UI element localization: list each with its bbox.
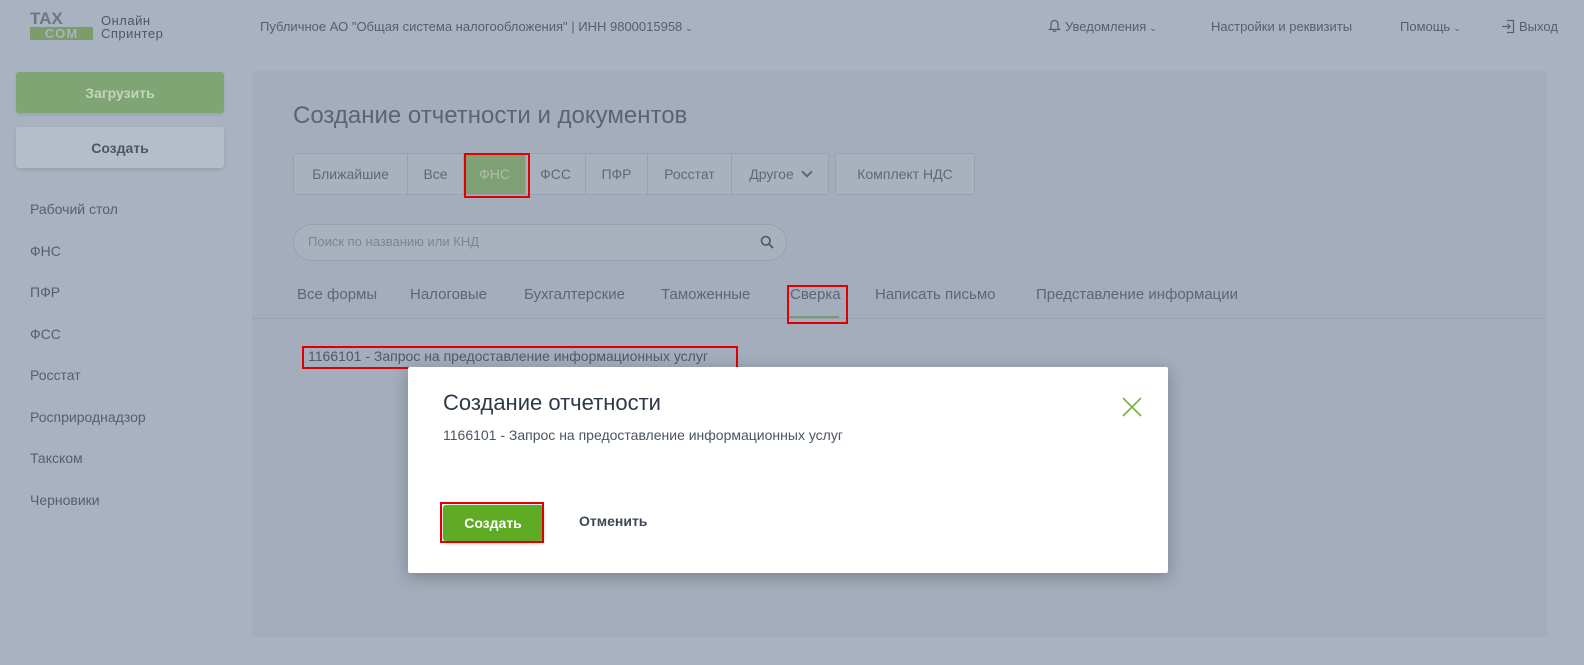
help-label: Помощь — [1400, 19, 1451, 34]
dialog-form-name: 1166101 - Запрос на предоставление инфор… — [443, 427, 843, 443]
upload-button[interactable]: Загрузить — [16, 72, 224, 113]
taxcom-logo[interactable]: TAX COM Онлайн Спринтер — [30, 9, 163, 41]
organization-selector[interactable]: Публичное АО "Общая система налогообложе… — [260, 19, 693, 34]
dialog-title: Создание отчетности — [443, 390, 661, 415]
page-title: Создание отчетности и документов — [293, 102, 688, 129]
create-button[interactable]: Создать — [16, 127, 224, 168]
tab-tax[interactable]: Налоговые — [410, 286, 487, 303]
search-input[interactable] — [308, 234, 748, 249]
tab-accounting[interactable]: Бухгалтерские — [524, 286, 625, 303]
logout-icon — [1502, 19, 1515, 34]
search-field[interactable] — [293, 224, 787, 261]
highlight-box-create — [440, 502, 544, 543]
highlight-box-fns — [464, 153, 530, 198]
bell-icon — [1048, 19, 1061, 33]
chevron-down-icon — [801, 166, 813, 178]
tab-info-submission[interactable]: Представление информации — [1036, 286, 1238, 303]
search-icon[interactable] — [760, 235, 774, 249]
notifications-menu[interactable]: Уведомления ⌄ — [1048, 19, 1157, 34]
chevron-down-icon: ⌄ — [1453, 23, 1461, 33]
sidebar-item-pfr[interactable]: ПФР — [30, 281, 146, 323]
logout-link[interactable]: Выход — [1501, 19, 1558, 34]
tab-pfr[interactable]: ПФР — [586, 154, 648, 194]
logo-com: COM — [30, 27, 93, 40]
logo-tax: TAX — [30, 9, 63, 28]
dialog-cancel-button[interactable]: Отменить — [579, 513, 647, 529]
sidebar-item-fns[interactable]: ФНС — [30, 240, 146, 282]
highlight-box-form-item — [302, 346, 738, 369]
top-header: TAX COM Онлайн Спринтер Публичное АО "Об… — [0, 0, 1584, 56]
settings-link[interactable]: Настройки и реквизиты — [1211, 19, 1352, 34]
logo-mark: TAX COM — [30, 9, 94, 41]
logo-line2: Спринтер — [101, 26, 164, 41]
tab-other-label: Другое — [749, 166, 794, 182]
close-icon[interactable] — [1121, 396, 1143, 418]
sidebar-item-rosprirodnadzor[interactable]: Росприроднадзор — [30, 406, 146, 448]
tab-all[interactable]: Все — [408, 154, 464, 194]
create-report-dialog: Создание отчетности 1166101 - Запрос на … — [408, 367, 1168, 573]
sidebar-item-fss[interactable]: ФСС — [30, 323, 146, 365]
notifications-label: Уведомления — [1065, 19, 1147, 34]
sidebar-item-drafts[interactable]: Черновики — [30, 489, 146, 531]
sidebar-nav: Рабочий стол ФНС ПФР ФСС Росстат Росприр… — [30, 198, 146, 530]
tabs-divider — [252, 318, 1547, 319]
tab-write-letter[interactable]: Написать письмо — [875, 286, 996, 303]
sidebar-item-desktop[interactable]: Рабочий стол — [30, 198, 146, 240]
tab-customs[interactable]: Таможенные — [661, 286, 750, 303]
logout-label: Выход — [1519, 19, 1558, 34]
help-menu[interactable]: Помощь ⌄ — [1400, 19, 1461, 34]
tab-nearest[interactable]: Ближайшие — [294, 154, 408, 194]
category-tabs: Ближайшие Все ФНС ФСС ПФР Росстат Другое — [293, 153, 829, 195]
organization-name: Публичное АО "Общая система налогообложе… — [260, 19, 683, 34]
chevron-down-icon: ⌄ — [685, 23, 693, 33]
tab-rosstat[interactable]: Росстат — [648, 154, 732, 194]
chevron-down-icon: ⌄ — [1149, 23, 1157, 33]
vat-kit-button[interactable]: Комплект НДС — [835, 153, 975, 195]
highlight-box-reconciliation — [787, 285, 848, 324]
tab-fss[interactable]: ФСС — [526, 154, 586, 194]
tab-all-forms[interactable]: Все формы — [297, 286, 377, 303]
tab-other[interactable]: Другое — [732, 154, 828, 194]
logo-text: Онлайн Спринтер — [101, 14, 163, 40]
sidebar-item-rosstat[interactable]: Росстат — [30, 364, 146, 406]
sidebar-item-taxcom[interactable]: Такском — [30, 447, 146, 489]
